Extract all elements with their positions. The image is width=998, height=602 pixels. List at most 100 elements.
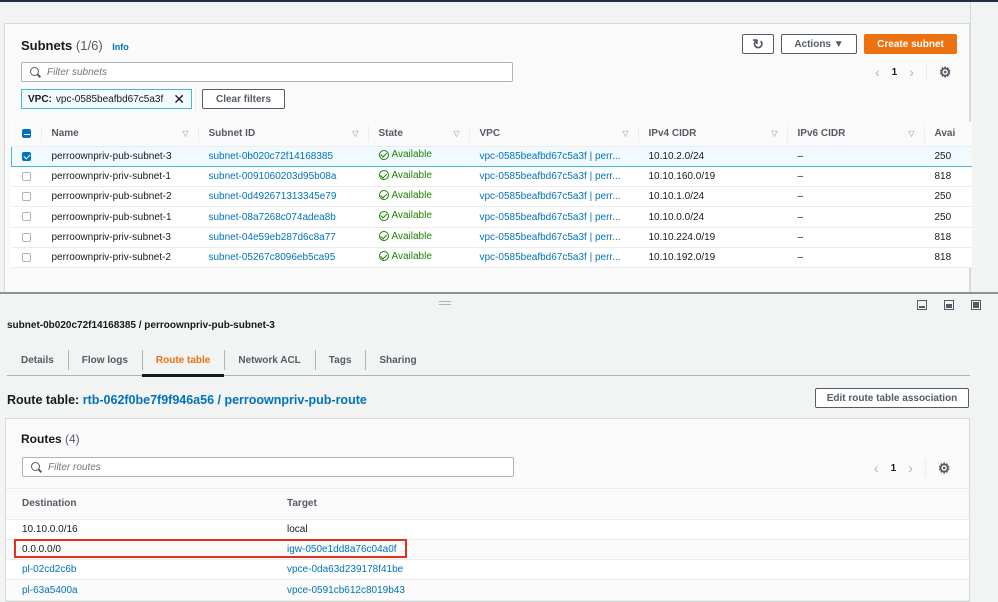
table-row[interactable]: perroownpriv-pub-subnet-2 subnet-0d49267… bbox=[11, 186, 972, 208]
available-ips: 818 bbox=[924, 166, 972, 188]
clear-filters-button[interactable]: Clear filters bbox=[202, 89, 285, 109]
tab-flow-logs[interactable]: Flow logs bbox=[67, 344, 142, 376]
refresh-icon: ↻ bbox=[752, 35, 764, 52]
check-circle-icon bbox=[378, 210, 389, 221]
destination-link[interactable]: pl-02cd2c6b bbox=[22, 564, 76, 575]
row-checkbox[interactable] bbox=[21, 232, 31, 242]
route-row: pl-02cd2c6b vpce-0da63d239178f41be bbox=[6, 559, 969, 581]
refresh-button[interactable]: ↻ bbox=[742, 34, 774, 54]
column-label: Subnet ID bbox=[208, 128, 256, 140]
filter-routes-input[interactable] bbox=[48, 461, 488, 473]
column-header-ipv6-cidr[interactable]: IPv6 CIDR ▽ bbox=[787, 122, 925, 147]
tab-sharing[interactable]: Sharing bbox=[365, 344, 430, 376]
ipv6-cidr: – bbox=[787, 247, 925, 269]
edit-route-table-association-button[interactable]: Edit route table association bbox=[815, 388, 969, 408]
pager-divider bbox=[925, 63, 927, 81]
row-checkbox[interactable] bbox=[21, 192, 31, 202]
state-cell: Available bbox=[368, 247, 470, 269]
row-checkbox[interactable] bbox=[21, 212, 31, 222]
prev-page-icon[interactable]: ‹ bbox=[874, 460, 879, 476]
filter-subnets-input[interactable] bbox=[47, 66, 487, 78]
destination-link[interactable]: pl-63a5400a bbox=[22, 585, 78, 596]
subnet-id-link[interactable]: subnet-08a7268c074adea8b bbox=[209, 212, 336, 223]
next-page-icon[interactable]: › bbox=[909, 64, 914, 80]
filter-routes-field[interactable] bbox=[22, 457, 514, 477]
next-page-icon[interactable]: › bbox=[908, 460, 913, 476]
row-checkbox-cell bbox=[11, 145, 42, 167]
select-all-checkbox[interactable] bbox=[21, 129, 31, 139]
tab-tags[interactable]: Tags bbox=[314, 344, 366, 376]
vpc-link[interactable]: vpc-0585beafbd67c5a3f | perr... bbox=[480, 151, 621, 162]
row-checkbox[interactable] bbox=[21, 171, 31, 181]
tab-network-acl[interactable]: Network ACL bbox=[224, 344, 314, 376]
table-row[interactable]: perroownpriv-priv-subnet-1 subnet-009106… bbox=[11, 166, 972, 188]
current-page[interactable]: 1 bbox=[892, 67, 898, 78]
target-cell: local bbox=[271, 519, 969, 540]
column-header-vpc[interactable]: VPC ▽ bbox=[469, 122, 639, 147]
vpc-link[interactable]: vpc-0585beafbd67c5a3f | perr... bbox=[480, 232, 621, 243]
route-table-link[interactable]: rtb-062f0be7f9f946a56 / perroownpriv-pub… bbox=[83, 393, 367, 407]
route-table-heading: Route table: rtb-062f0be7f9f946a56 / per… bbox=[7, 393, 367, 407]
row-checkbox[interactable] bbox=[21, 252, 31, 262]
subnet-id-cell: subnet-0091060203d95b08a bbox=[198, 166, 369, 188]
remove-token-icon[interactable]: ✕ bbox=[173, 91, 185, 108]
tab-route-table[interactable]: Route table bbox=[141, 344, 225, 377]
subnet-id-link[interactable]: subnet-04e59eb287d6c8a77 bbox=[209, 232, 336, 243]
split-side-icon[interactable] bbox=[944, 300, 954, 310]
sort-icon[interactable]: ▽ bbox=[771, 129, 777, 138]
split-bottom-icon[interactable] bbox=[917, 300, 927, 310]
destination-cell: 0.0.0.0/0 bbox=[6, 539, 271, 561]
column-header-destination[interactable]: Destination bbox=[6, 489, 271, 520]
info-link[interactable]: Info bbox=[112, 42, 129, 52]
split-full-icon[interactable] bbox=[971, 300, 981, 310]
column-label: VPC bbox=[479, 128, 501, 140]
column-header-available[interactable]: Avai bbox=[924, 122, 972, 147]
subnet-id-cell: subnet-04e59eb287d6c8a77 bbox=[198, 227, 369, 248]
create-subnet-button[interactable]: Create subnet bbox=[864, 34, 957, 54]
table-row[interactable]: perroownpriv-priv-subnet-2 subnet-05267c… bbox=[11, 247, 972, 269]
column-header-name[interactable]: Name ▽ bbox=[41, 122, 199, 147]
right-gutter bbox=[970, 2, 998, 292]
check-circle-icon bbox=[378, 251, 389, 262]
current-page[interactable]: 1 bbox=[891, 463, 897, 474]
sort-icon[interactable]: ▽ bbox=[352, 129, 358, 138]
subnet-id-link[interactable]: subnet-0b020c72f14168385 bbox=[209, 151, 334, 162]
subnet-id-link[interactable]: subnet-0d492671313345e79 bbox=[209, 191, 337, 202]
state-label: Available bbox=[391, 210, 432, 222]
target-link[interactable]: igw-050e1dd8a76c04a0f bbox=[287, 544, 397, 555]
drag-handle-icon[interactable] bbox=[439, 301, 451, 305]
state-cell: Available bbox=[368, 166, 470, 188]
settings-gear-icon[interactable]: ⚙ bbox=[939, 64, 952, 81]
row-checkbox-cell bbox=[11, 166, 42, 188]
vpc-link[interactable]: vpc-0585beafbd67c5a3f | perr... bbox=[480, 171, 621, 182]
split-panel-divider[interactable] bbox=[0, 292, 998, 294]
vpc-link[interactable]: vpc-0585beafbd67c5a3f | perr... bbox=[480, 212, 621, 223]
column-header-target[interactable]: Target bbox=[271, 489, 969, 520]
subnet-name: perroownpriv-pub-subnet-3 bbox=[41, 145, 199, 167]
tab-details[interactable]: Details bbox=[7, 344, 68, 376]
subnet-id-link[interactable]: subnet-05267c8096eb5ca95 bbox=[209, 252, 336, 263]
settings-gear-icon[interactable]: ⚙ bbox=[938, 460, 951, 477]
sort-icon[interactable]: ▽ bbox=[182, 129, 188, 138]
table-row[interactable]: perroownpriv-pub-subnet-1 subnet-08a7268… bbox=[11, 206, 972, 228]
available-ips: 250 bbox=[924, 186, 972, 208]
sort-icon[interactable]: ▽ bbox=[622, 129, 628, 138]
target-link[interactable]: vpce-0da63d239178f41be bbox=[287, 564, 403, 575]
vpc-link[interactable]: vpc-0585beafbd67c5a3f | perr... bbox=[480, 252, 621, 263]
sort-icon[interactable]: ▽ bbox=[908, 129, 914, 138]
sort-icon[interactable]: ▽ bbox=[453, 129, 459, 138]
row-checkbox[interactable] bbox=[22, 151, 31, 161]
search-icon bbox=[31, 461, 42, 473]
column-header-subnet-id[interactable]: Subnet ID ▽ bbox=[198, 122, 369, 147]
check-circle-icon bbox=[378, 190, 389, 201]
table-row[interactable]: perroownpriv-pub-subnet-3 subnet-0b020c7… bbox=[11, 145, 972, 167]
column-header-ipv4-cidr[interactable]: IPv4 CIDR ▽ bbox=[638, 122, 788, 147]
vpc-link[interactable]: vpc-0585beafbd67c5a3f | perr... bbox=[480, 191, 621, 202]
filter-subnets-field[interactable] bbox=[21, 62, 513, 82]
actions-button[interactable]: Actions ▼ bbox=[781, 34, 857, 54]
column-header-state[interactable]: State ▽ bbox=[368, 122, 470, 147]
target-link[interactable]: vpce-0591cb612c8019b43 bbox=[287, 585, 405, 596]
table-row[interactable]: perroownpriv-priv-subnet-3 subnet-04e59e… bbox=[11, 227, 972, 248]
subnet-id-link[interactable]: subnet-0091060203d95b08a bbox=[209, 171, 337, 182]
prev-page-icon[interactable]: ‹ bbox=[875, 64, 880, 80]
